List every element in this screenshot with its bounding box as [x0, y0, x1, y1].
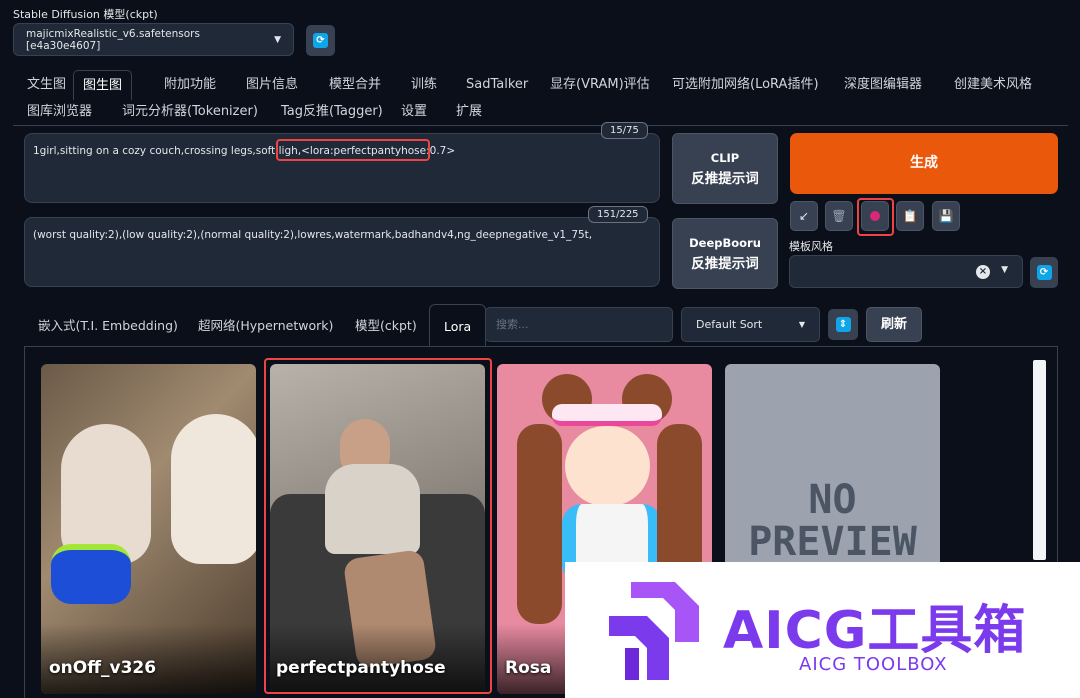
tab-tagger[interactable]: Tag反推(Tagger) [281, 97, 383, 127]
tab-checkpoint-merger[interactable]: 模型合并 [329, 70, 381, 100]
tab-embedding[interactable]: 嵌入式(T.I. Embedding) [38, 304, 178, 348]
lora-card-name: Rosa [505, 658, 552, 678]
tab-png-info[interactable]: 图片信息 [246, 70, 298, 100]
visor-image [552, 404, 662, 426]
checkpoint-select[interactable]: majicmixRealistic_v6.safetensors [e4a30e… [13, 23, 294, 56]
tab-image-browser[interactable]: 图库浏览器 [27, 97, 92, 127]
face-image [565, 426, 650, 506]
clear-icon[interactable]: × [976, 265, 990, 279]
read-params-button[interactable]: ↙ [790, 201, 818, 231]
dog-image [171, 414, 256, 564]
tab-tokenizer[interactable]: 词元分析器(Tokenizer) [122, 97, 258, 127]
tab-sadtalker[interactable]: SadTalker [466, 70, 528, 100]
tab-extensions[interactable]: 扩展 [456, 97, 482, 127]
clipboard-icon: 📋 [902, 209, 918, 223]
deepbooru-button-line1: DeepBooru [689, 236, 761, 250]
sort-direction-button[interactable]: ⇕ [828, 309, 858, 340]
sort-value: Default Sort [696, 318, 763, 331]
sort-arrows-icon: ⇕ [835, 317, 851, 332]
generate-button[interactable]: 生成 [790, 133, 1058, 194]
save-icon: 💾 [938, 209, 954, 223]
tab-img2img[interactable]: 图生图 [73, 70, 133, 100]
selected-card-highlight-box [264, 358, 492, 694]
style-label: 模板风格 [789, 240, 833, 253]
positive-prompt-text: 1girl,sitting on a cozy couch,crossing l… [33, 145, 298, 157]
arrow-down-left-icon: ↙ [798, 209, 810, 223]
chevron-down-icon: ▼ [274, 34, 281, 45]
watermark-title: AICG工具箱 [723, 601, 1027, 661]
tab-extras[interactable]: 附加功能 [164, 70, 216, 100]
checkpoint-value: majicmixRealistic_v6.safetensors [e4a30e… [26, 27, 200, 52]
chevron-down-icon: ▼ [798, 320, 805, 329]
tab-txt2img[interactable]: 文生图 [27, 70, 66, 100]
tab-checkpoint[interactable]: 模型(ckpt) [355, 304, 417, 348]
tab-train[interactable]: 训练 [411, 70, 437, 100]
no-preview-line2: PREVIEW [748, 519, 917, 565]
deepbooru-button-line2: 反推提示词 [691, 256, 759, 272]
trash-icon: 🗑 [831, 209, 847, 223]
style-select[interactable]: × ▼ [789, 255, 1023, 288]
dog-sweater-image [51, 544, 131, 604]
clear-prompt-button[interactable]: 🗑 [825, 201, 853, 231]
style-refresh-button[interactable]: ⟳ [1030, 257, 1058, 288]
no-preview-line1: NO [808, 477, 857, 523]
lora-card-name: onOff_v326 [49, 658, 157, 678]
refresh-icon: ⟳ [313, 33, 328, 48]
watermark-panel: AICG工具箱 AICG TOOLBOX [565, 562, 1080, 698]
lora-card[interactable]: onOff_v326 [41, 364, 256, 694]
negative-prompt-text: (worst quality:2),(low quality:2),(norma… [33, 229, 593, 241]
sort-select[interactable]: Default Sort ▼ [681, 307, 820, 342]
lora-highlight-box [276, 139, 430, 161]
checkpoint-refresh-button[interactable]: ⟳ [306, 25, 335, 56]
network-search-input[interactable]: 搜索... [485, 307, 673, 342]
apply-style-button[interactable]: 📋 [896, 201, 924, 231]
watermark-subtitle: AICG TOOLBOX [799, 654, 948, 675]
tab-vram-estimator[interactable]: 显存(VRAM)评估 [550, 70, 650, 100]
positive-token-counter: 15/75 [601, 122, 648, 139]
tab-settings[interactable]: 设置 [401, 97, 427, 127]
tab-additional-networks[interactable]: 可选附加网络(LoRA插件) [672, 70, 819, 100]
refresh-networks-button[interactable]: 刷新 [866, 307, 922, 342]
chevron-down-icon: ▼ [1001, 265, 1008, 275]
clip-button-line1: CLIP [710, 151, 740, 165]
tab-hypernetwork[interactable]: 超网络(Hypernetwork) [198, 304, 333, 348]
clip-button-line2: 反推提示词 [691, 171, 759, 187]
dog-image [61, 424, 151, 564]
no-preview-placeholder: NO PREVIEW [725, 479, 940, 563]
checkpoint-label: Stable Diffusion 模型(ckpt) [13, 8, 158, 21]
deepbooru-interrogate-button[interactable]: DeepBooru 反推提示词 [672, 218, 778, 289]
refresh-icon: ⟳ [1036, 265, 1052, 280]
aicg-logo-icon [609, 582, 699, 680]
gallery-scrollbar[interactable] [1033, 360, 1046, 560]
tabs-divider [13, 125, 1068, 126]
tab-depth-editor[interactable]: 深度图编辑器 [844, 70, 922, 100]
negative-token-counter: 151/225 [588, 206, 648, 223]
extra-networks-highlight-box [857, 198, 894, 236]
save-style-button[interactable]: 💾 [932, 201, 960, 231]
negative-prompt-input[interactable]: (worst quality:2),(low quality:2),(norma… [24, 217, 660, 287]
tab-create-style[interactable]: 创建美术风格 [954, 70, 1032, 100]
clip-interrogate-button[interactable]: CLIP 反推提示词 [672, 133, 778, 204]
tab-lora[interactable]: Lora [429, 304, 487, 348]
hair-image [517, 424, 562, 624]
